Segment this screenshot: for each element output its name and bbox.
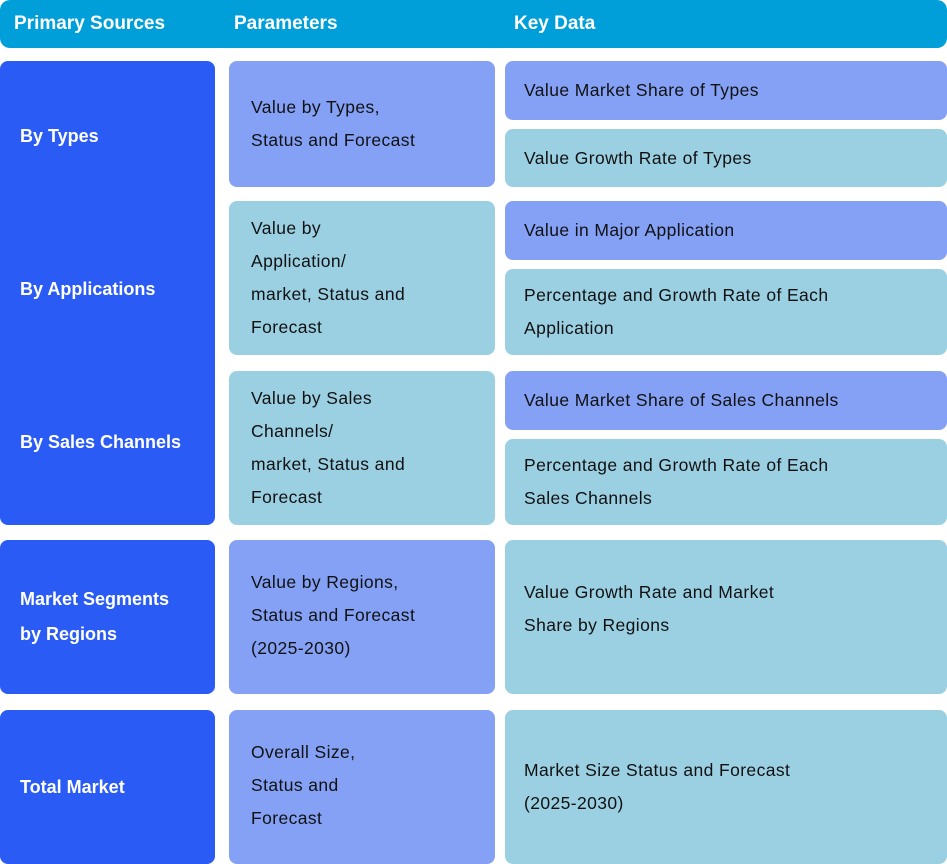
- source-by-types: By Types: [20, 126, 99, 146]
- key-line: Value Market Share of Types: [524, 80, 759, 100]
- source-regions-line: Market Segments: [20, 589, 170, 609]
- key-app-major: Value in Major Application: [505, 201, 947, 260]
- param-line: Channels/: [251, 421, 334, 441]
- source-total-market: Total Market: [0, 710, 215, 864]
- key-line: Value in Major Application: [524, 220, 735, 240]
- param-line: Value by Sales: [251, 388, 373, 408]
- param-line: Status and Forecast: [251, 605, 416, 625]
- param-line: Value by: [251, 218, 322, 238]
- param-line: Forecast: [251, 487, 323, 507]
- source-regions-line: by Regions: [20, 624, 118, 644]
- key-app-growth: Percentage and Growth Rate of Each Appli…: [505, 269, 947, 355]
- key-line: Share by Regions: [524, 615, 670, 635]
- param-line: Forecast: [251, 808, 323, 828]
- source-by-applications: By Applications: [20, 279, 156, 299]
- key-regions: Value Growth Rate and Market Share by Re…: [505, 540, 947, 694]
- param-line: (2025-2030): [251, 638, 351, 658]
- param-line: Overall Size,: [251, 742, 356, 762]
- param-line: market, Status and: [251, 284, 406, 304]
- key-line: Sales Channels: [524, 488, 653, 508]
- source-by-sales-channels: By Sales Channels: [20, 432, 182, 452]
- header-primary-sources: Primary Sources: [14, 13, 166, 34]
- param-line: Value by Regions,: [251, 572, 399, 592]
- key-sales-share: Value Market Share of Sales Channels: [505, 371, 947, 430]
- table-header: Primary Sources Parameters Key Data: [0, 0, 947, 48]
- param-line: Status and: [251, 775, 339, 795]
- source-total-market-label: Total Market: [20, 776, 125, 797]
- key-line: Value Growth Rate and Market: [524, 582, 775, 602]
- key-line: Percentage and Growth Rate of Each: [524, 455, 829, 475]
- key-line: Application: [524, 318, 615, 338]
- key-line: Percentage and Growth Rate of Each: [524, 285, 829, 305]
- param-applications: Value by Application/ market, Status and…: [229, 201, 495, 355]
- key-total: Market Size Status and Forecast (2025-20…: [505, 710, 947, 864]
- param-line: Value by Types,: [251, 97, 380, 117]
- key-types-share: Value Market Share of Types: [505, 61, 947, 120]
- key-sales-growth: Percentage and Growth Rate of Each Sales…: [505, 439, 947, 525]
- param-line: Application/: [251, 251, 347, 271]
- header-parameters: Parameters: [234, 13, 338, 34]
- source-block-segments: By Types By Applications By Sales Channe…: [0, 61, 215, 525]
- param-sales-channels: Value by Sales Channels/ market, Status …: [229, 371, 495, 525]
- param-line: Status and Forecast: [251, 130, 416, 150]
- param-line: market, Status and: [251, 454, 406, 474]
- key-line: (2025-2030): [524, 793, 624, 813]
- param-regions: Value by Regions, Status and Forecast (2…: [229, 540, 495, 694]
- param-types: Value by Types, Status and Forecast: [229, 61, 495, 187]
- param-line: Forecast: [251, 317, 323, 337]
- key-line: Value Market Share of Sales Channels: [524, 390, 839, 410]
- key-line: Value Growth Rate of Types: [524, 147, 752, 168]
- key-line: Market Size Status and Forecast: [524, 760, 791, 780]
- key-types-growth: Value Growth Rate of Types: [505, 129, 947, 187]
- source-market-segments-by-regions: Market Segments by Regions: [0, 540, 215, 694]
- param-total: Overall Size, Status and Forecast: [229, 710, 495, 864]
- header-key-data: Key Data: [514, 13, 596, 34]
